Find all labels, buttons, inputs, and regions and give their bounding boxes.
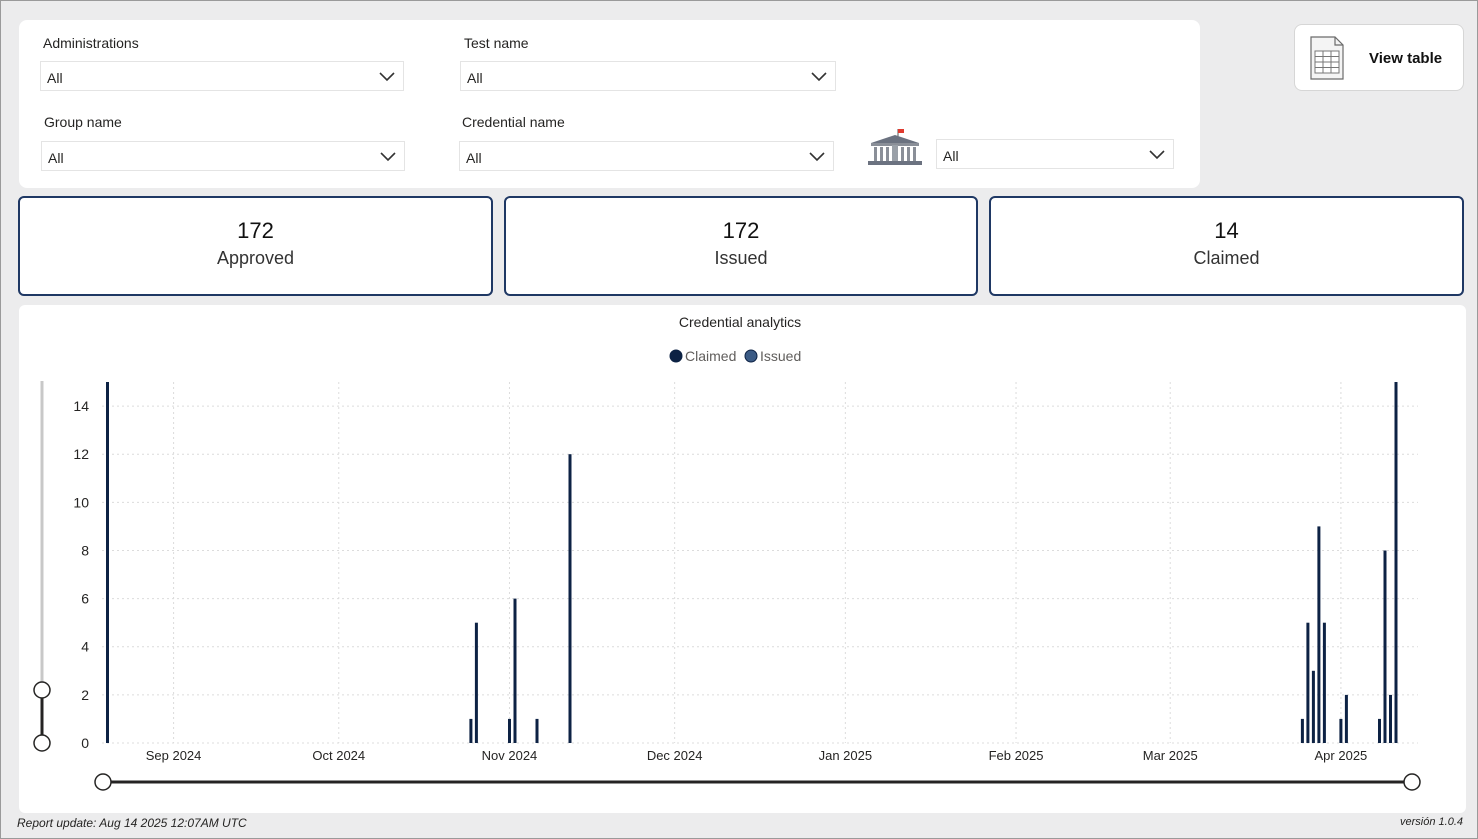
bar-claimed xyxy=(535,718,539,743)
bar-issued xyxy=(1394,382,1398,743)
x-axis: Sep 2024 Oct 2024 Nov 2024 Dec 2024 Jan 2025… xyxy=(146,748,1368,763)
y-tick-label: 12 xyxy=(73,446,89,462)
bar-issued xyxy=(1383,550,1387,743)
y-tick-label: 6 xyxy=(81,591,89,607)
x-tick-label: Apr 2025 xyxy=(1315,748,1368,763)
report-canvas: Administrations All Test name All Group … xyxy=(0,0,1478,839)
bar-claimed xyxy=(1339,718,1343,743)
legend-label-issued: Issued xyxy=(760,348,801,364)
y-tick-label: 4 xyxy=(81,639,89,655)
x-tick-label: Oct 2024 xyxy=(312,748,365,763)
bar-claimed xyxy=(1300,718,1304,743)
x-tick-label: Sep 2024 xyxy=(146,748,202,763)
x-tick-label: Feb 2025 xyxy=(989,748,1044,763)
x-slider-handle-right[interactable] xyxy=(1403,773,1421,791)
legend-marker-issued xyxy=(744,349,758,363)
x-tick-label: Nov 2024 xyxy=(482,748,538,763)
bar-issued xyxy=(1322,622,1326,743)
y-tick-label: 0 xyxy=(81,735,89,751)
bar-issued xyxy=(568,454,572,743)
credential-analytics-chart: Credential analytics Claimed Issued 0 2 4 6… xyxy=(33,314,1421,791)
chart-bars xyxy=(106,382,1398,743)
y-tick-label: 8 xyxy=(81,542,89,558)
chart-grid xyxy=(102,382,1418,744)
bar-issued xyxy=(106,382,109,743)
bar-issued xyxy=(1317,526,1321,743)
chart-title: Credential analytics xyxy=(679,314,801,330)
y-slider-handle-top[interactable] xyxy=(33,681,51,699)
x-tick-label: Mar 2025 xyxy=(1143,748,1198,763)
y-axis: 0 2 4 6 8 10 12 14 xyxy=(73,398,89,751)
x-slider-handle-left[interactable] xyxy=(94,773,112,791)
bar-issued xyxy=(1311,670,1315,743)
x-tick-label: Jan 2025 xyxy=(819,748,873,763)
legend-label-claimed: Claimed xyxy=(685,348,736,364)
bar-issued xyxy=(1389,694,1392,743)
bar-issued xyxy=(513,598,517,743)
y-tick-label: 14 xyxy=(73,398,89,414)
bar-claimed xyxy=(469,718,473,743)
report-update-text: Report update: Aug 14 2025 12:07AM UTC xyxy=(17,816,247,830)
y-slider-handle-bottom[interactable] xyxy=(33,734,51,752)
x-tick-label: Dec 2024 xyxy=(647,748,703,763)
bar-issued xyxy=(474,622,478,743)
y-tick-label: 10 xyxy=(73,494,89,510)
y-tick-label: 2 xyxy=(81,687,89,703)
x-zoom-slider[interactable] xyxy=(94,773,1421,791)
bar-claimed xyxy=(1378,718,1381,743)
bar-issued xyxy=(1344,694,1348,743)
y-zoom-slider[interactable] xyxy=(33,381,51,752)
bar-claimed xyxy=(508,718,511,743)
legend: Claimed Issued xyxy=(669,348,801,364)
bar-issued xyxy=(1306,622,1310,743)
version-text: versión 1.0.4 xyxy=(1400,816,1463,828)
legend-marker-claimed xyxy=(669,349,683,363)
